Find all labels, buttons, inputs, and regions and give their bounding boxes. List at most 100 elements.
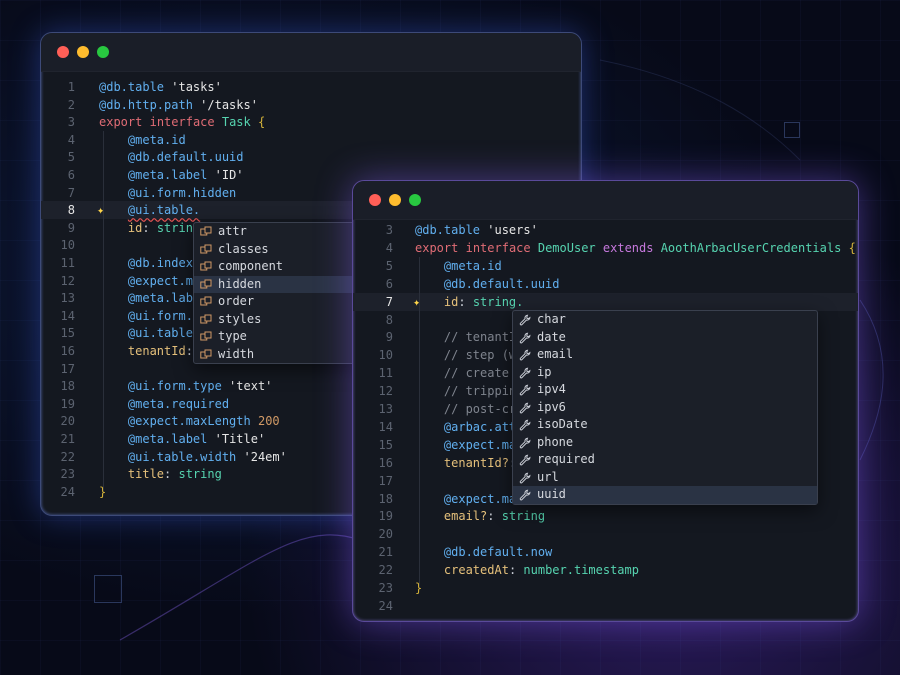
autocomplete-item-label: uuid — [537, 487, 566, 501]
code-token: : — [142, 220, 157, 235]
line-number: 11 — [378, 366, 393, 381]
autocomplete-item[interactable]: ipv6 — [513, 399, 817, 417]
code-line[interactable]: 5 @meta.id — [353, 257, 858, 275]
maximize-button[interactable] — [97, 46, 109, 58]
line-number: 8 — [67, 203, 75, 218]
code-line[interactable]: 3 export interface Task { — [41, 113, 581, 131]
line-number: 4 — [67, 132, 75, 147]
code-token: '/tasks' — [192, 97, 258, 112]
code-token: createdAt — [443, 563, 509, 578]
autocomplete-item-label: component — [218, 259, 284, 273]
code-text: @db.default.uuid — [415, 275, 560, 293]
code-token: 'Title' — [207, 432, 266, 446]
code-token: { — [848, 240, 856, 255]
code-line[interactable]: 19 email?: string — [353, 507, 858, 525]
autocomplete-item-label: width — [218, 346, 255, 361]
code-text: @meta.required — [99, 395, 229, 413]
code-line[interactable]: 2 @db.http.path '/tasks' — [41, 96, 581, 114]
code-text: // create r — [415, 364, 523, 382]
line-number: 19 — [378, 509, 393, 524]
code-line[interactable]: 3 @db.table 'users' — [353, 221, 858, 239]
line-number: 3 — [385, 223, 393, 237]
line-number: 11 — [60, 256, 75, 270]
code-text: @db.table 'tasks' — [99, 78, 222, 96]
line-number: 8 — [385, 312, 393, 327]
autocomplete-item[interactable]: uuid — [513, 486, 817, 504]
line-number: 20 — [60, 414, 75, 429]
line-number: 1 — [67, 80, 75, 94]
autocomplete-item-label: styles — [218, 311, 262, 326]
autocomplete-item[interactable]: ipv4 — [513, 381, 817, 399]
code-text: @meta.label 'ID' — [99, 166, 244, 184]
code-line[interactable]: 7 ✦ id: string. — [353, 292, 858, 311]
code-text: id: string — [99, 219, 200, 237]
code-line[interactable]: 6 @db.default.uuid — [353, 275, 858, 293]
code-token: 'users' — [480, 223, 538, 237]
autocomplete-item[interactable]: isoDate — [513, 416, 817, 434]
autocomplete-item-label: order — [218, 294, 255, 308]
code-token: DemoUser — [537, 240, 596, 255]
minimize-button[interactable] — [389, 194, 401, 206]
editor-window-users[interactable]: 3 @db.table 'users' 4 export interface Demo… — [352, 180, 859, 622]
minimize-button[interactable] — [77, 46, 89, 58]
code-line[interactable]: 23} — [353, 579, 858, 597]
code-token: @meta.label — [127, 432, 208, 446]
line-number: 18 — [378, 491, 393, 506]
close-button[interactable] — [57, 46, 69, 58]
code-token: export — [99, 115, 143, 130]
code-text: @expect.maxLength 200 — [99, 412, 280, 430]
maximize-button[interactable] — [409, 194, 421, 206]
code-text: // tripping — [415, 382, 523, 400]
autocomplete-item[interactable]: url — [513, 469, 817, 487]
autocomplete-item[interactable]: required — [513, 451, 817, 469]
code-token: email? — [443, 509, 488, 524]
code-text: createdAt: number.timestamp — [415, 561, 639, 579]
autocomplete-item[interactable]: email — [513, 346, 817, 364]
code-token: @ui.form.type — [127, 379, 222, 394]
code-text: @meta.id — [99, 131, 186, 149]
code-line[interactable]: 4 export interface DemoUser extends Aooth… — [353, 239, 858, 257]
autocomplete-item-label: email — [537, 347, 574, 361]
code-text: // tenantId — [415, 328, 523, 346]
code-line[interactable]: 20 — [353, 525, 858, 543]
code-line[interactable]: 5 @db.default.uuid — [41, 148, 581, 166]
code-token: { — [258, 115, 266, 130]
autocomplete-item-label: ipv6 — [537, 399, 566, 414]
line-number: 12 — [378, 384, 393, 399]
symbol-method-icon — [200, 349, 212, 358]
autocomplete-item-label: classes — [218, 241, 269, 256]
line-number: 18 — [60, 379, 75, 394]
autocomplete-item[interactable]: char — [513, 311, 817, 329]
indent-guide — [419, 257, 420, 587]
autocomplete-item[interactable]: ip — [513, 364, 817, 382]
code-text: @arbac.attr — [415, 418, 523, 436]
autocomplete-item-label: type — [218, 329, 247, 343]
code-line[interactable]: 21 @db.default.now — [353, 543, 858, 561]
code-text: @ui.table.width '24em' — [99, 448, 287, 466]
close-button[interactable] — [369, 194, 381, 206]
code-text: id: string. — [415, 293, 523, 311]
symbol-method-icon — [200, 244, 212, 253]
autocomplete-item[interactable]: date — [513, 329, 817, 347]
code-text: @db.table 'users' — [415, 221, 538, 239]
symbol-method-icon — [200, 226, 212, 236]
code-line[interactable]: 1 @db.table 'tasks' — [41, 78, 581, 96]
code-token: : — [458, 294, 473, 309]
line-number: 9 — [67, 220, 75, 235]
line-number: 14 — [378, 419, 393, 434]
line-number: 3 — [67, 115, 75, 130]
code-line[interactable]: 4 @meta.id — [41, 131, 581, 149]
code-token: @meta.required — [127, 396, 230, 411]
code-line[interactable]: 24 — [353, 597, 858, 615]
line-number: 14 — [60, 308, 75, 323]
code-line[interactable]: 22 createdAt: number.timestamp — [353, 561, 858, 579]
autocomplete-dropdown[interactable]: char date email ip ipv4 ipv6 isoDate phone requi… — [512, 310, 818, 505]
code-token: interface — [465, 240, 531, 255]
line-number: 16 — [60, 344, 75, 358]
autocomplete-item[interactable]: phone — [513, 434, 817, 452]
window-titlebar — [41, 33, 581, 72]
line-number: 24 — [378, 598, 393, 613]
